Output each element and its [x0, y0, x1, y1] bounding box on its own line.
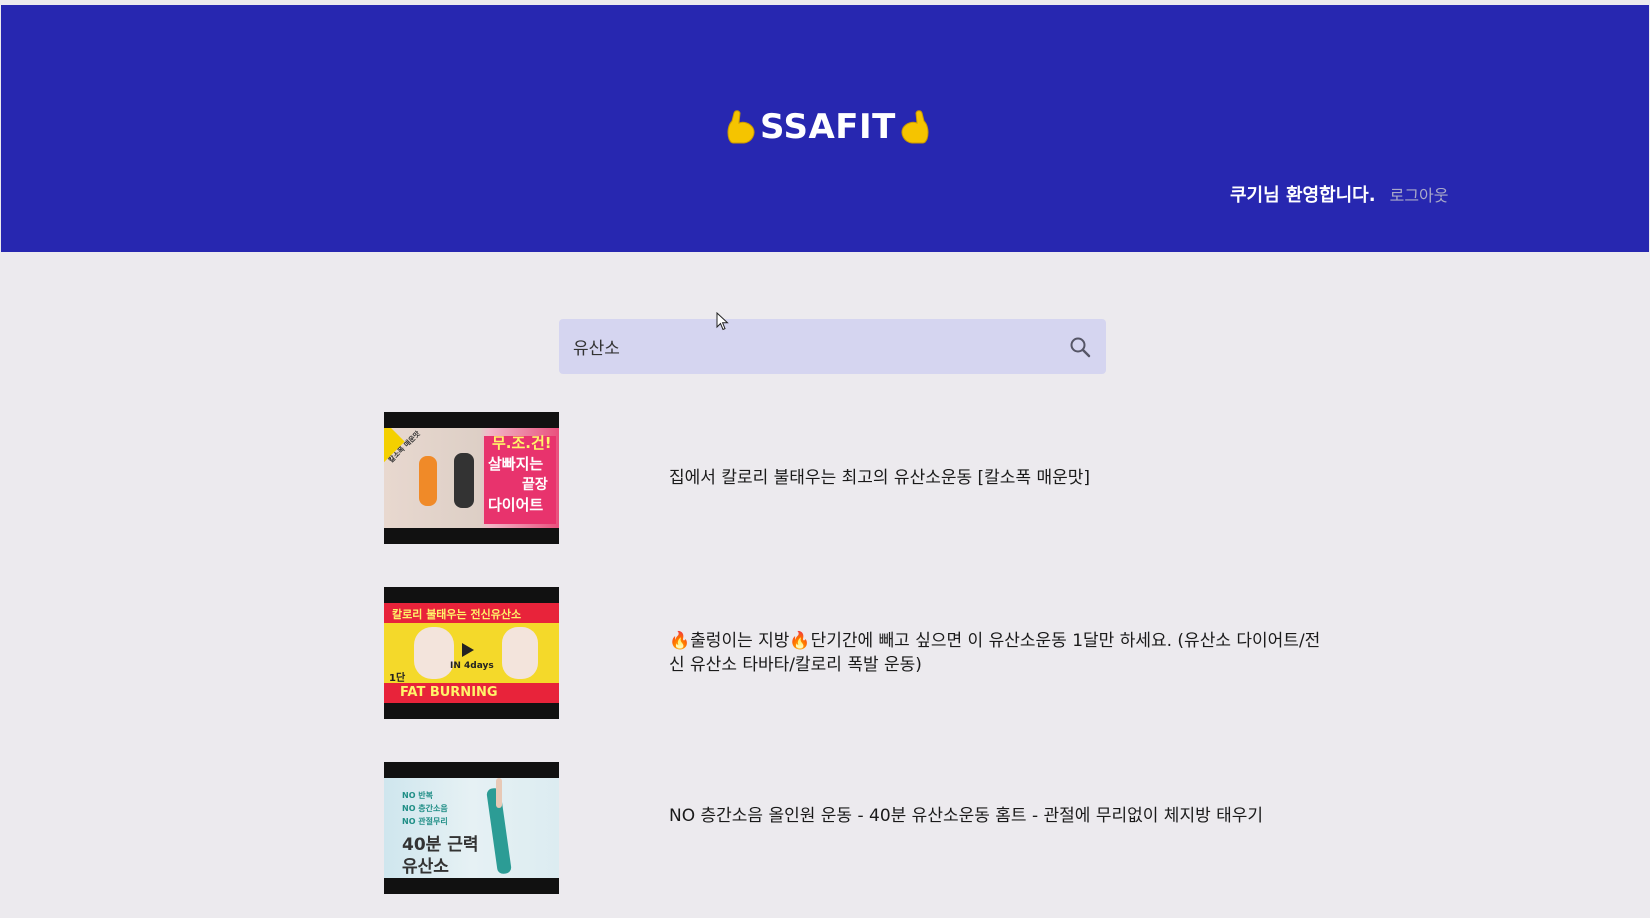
thumbnail-text: 다이어트 [488, 496, 544, 514]
search-input[interactable] [571, 318, 1066, 375]
video-thumbnail[interactable]: 무.조.건! 살빠지는 끝장 다이어트 칼소폭 매운맛 [384, 412, 559, 544]
thumbnail-text: FAT BURNING [400, 685, 498, 700]
thumbnail-text: 1단 [389, 673, 406, 684]
welcome-text: 쿠기님 환영합니다. [1230, 185, 1376, 206]
page: SSAFIT 쿠기님 환영합니다. 로그아웃 유산소 무.조.건! 살빠지는 끝… [0, 0, 1650, 918]
video-thumbnail[interactable]: NO 반복 NO 층간소음 NO 관절무리 40분 근력 유산소 [384, 762, 559, 894]
flexed-biceps-right-icon [901, 110, 929, 144]
thumbnail-text: 끝장 [522, 477, 548, 493]
thumbnail-text: IN 4days [450, 661, 494, 671]
header: SSAFIT 쿠기님 환영합니다. 로그아웃 [1, 5, 1649, 252]
thumbnail-text: 무.조.건! [492, 434, 552, 452]
video-result-item[interactable]: 칼로리 불태우는 전신유산소 IN 4days 1단 FAT BURNING 🔥… [384, 587, 1324, 719]
video-result-item[interactable]: 무.조.건! 살빠지는 끝장 다이어트 칼소폭 매운맛 집에서 칼로리 불태우는… [384, 412, 1324, 544]
user-welcome: 쿠기님 환영합니다. 로그아웃 [1230, 181, 1448, 207]
search-button[interactable] [1066, 333, 1094, 361]
video-title[interactable]: 🔥출렁이는 지방🔥단기간에 빼고 싶으면 이 유산소운동 1달만 하세요. (유… [669, 629, 1329, 677]
thumbnail-text: 살빠지는 [488, 455, 544, 473]
video-result-item[interactable]: NO 반복 NO 층간소음 NO 관절무리 40분 근력 유산소 NO 층간소음… [384, 762, 1324, 894]
logout-link[interactable]: 로그아웃 [1390, 182, 1449, 206]
search-icon [1070, 337, 1091, 357]
thumbnail-text: 유산소 [402, 857, 449, 877]
video-title[interactable]: NO 층간소음 올인원 운동 - 40분 유산소운동 홈트 - 관절에 무리없이… [669, 804, 1329, 828]
thumbnail-text: NO 반복 [402, 791, 434, 800]
search-bar [559, 318, 1106, 375]
video-title[interactable]: 집에서 칼로리 불태우는 최고의 유산소운동 [칼소폭 매운맛] [669, 466, 1329, 490]
thumbnail-text: 칼로리 불태우는 전신유산소 [392, 608, 522, 621]
mouse-pointer-icon [716, 312, 729, 331]
video-thumbnail[interactable]: 칼로리 불태우는 전신유산소 IN 4days 1단 FAT BURNING [384, 587, 559, 719]
flexed-biceps-left-icon [727, 110, 755, 144]
thumbnail-text: NO 관절무리 [402, 817, 448, 826]
logo[interactable]: SSAFIT [724, 102, 932, 152]
thumbnail-text: NO 층간소음 [402, 804, 448, 813]
logo-text: SSAFIT [760, 107, 896, 147]
